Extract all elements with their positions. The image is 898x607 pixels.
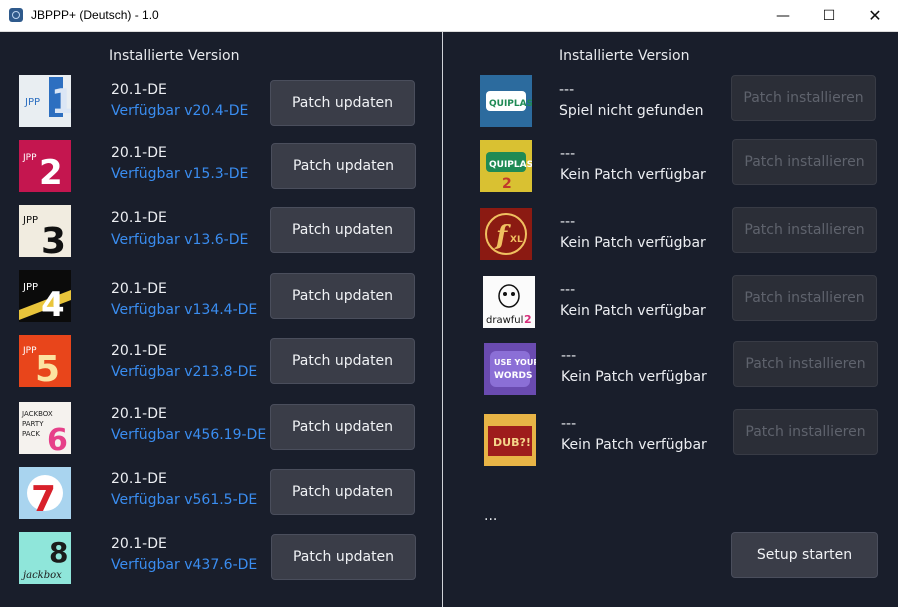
left-column-header: Installierte Version (109, 48, 240, 64)
svg-text:2: 2 (524, 313, 532, 326)
available-version-link[interactable]: Verfügbar v15.3-DE (111, 166, 248, 182)
jpp1-icon: JPP 1 (19, 75, 71, 127)
svg-text:1: 1 (51, 82, 71, 122)
svg-text:QUIPLASH: QUIPLASH (489, 160, 532, 170)
status-text: Kein Patch verfügbar (561, 369, 707, 385)
available-version-link[interactable]: Verfügbar v456.19-DE (111, 427, 266, 443)
jpp7-icon: 7 (19, 467, 71, 519)
installed-version: --- (560, 282, 576, 298)
status-text: Spiel nicht gefunden (559, 103, 704, 119)
dubg-icon: DUB?! (484, 414, 536, 466)
right-column-header: Installierte Version (559, 48, 690, 64)
status-text: Kein Patch verfügbar (561, 437, 707, 453)
status-text: Kein Patch verfügbar (560, 235, 706, 251)
svg-text:JPP: JPP (22, 282, 38, 293)
svg-text:USE YOUR: USE YOUR (494, 358, 536, 367)
svg-text:2: 2 (39, 153, 63, 192)
install-patch-button[interactable]: Patch installieren (731, 75, 876, 121)
install-patch-button[interactable]: Patch installieren (733, 409, 878, 455)
column-divider (442, 32, 443, 607)
update-patch-button[interactable]: Patch updaten (270, 207, 415, 253)
svg-text:JACKBOX: JACKBOX (21, 410, 53, 418)
installed-version: 20.1-DE (111, 536, 167, 552)
jpp3-icon: JPP 3 (19, 205, 71, 257)
app-icon (9, 8, 23, 22)
svg-text:drawful: drawful (486, 315, 523, 326)
install-patch-button[interactable]: Patch installieren (732, 207, 877, 253)
svg-text:QUIPLASH: QUIPLASH (489, 99, 532, 109)
svg-text:4: 4 (41, 285, 65, 322)
svg-text:JPP: JPP (22, 215, 38, 226)
installed-version: --- (560, 214, 576, 230)
installed-version: 20.1-DE (111, 406, 167, 422)
update-patch-button[interactable]: Patch updaten (271, 534, 416, 580)
jpp6-icon: JACKBOX PARTY PACK 6 (19, 402, 71, 454)
status-text: Kein Patch verfügbar (560, 167, 706, 183)
use-your-words-icon: USE YOUR WORDS (484, 343, 536, 395)
svg-text:jackbox: jackbox (21, 570, 62, 581)
svg-text:JPP: JPP (22, 153, 37, 163)
jpp2-icon: JPP 2 (19, 140, 71, 192)
svg-text:WORDS: WORDS (494, 371, 532, 381)
fibbage-xl-icon: f XL (480, 208, 532, 260)
maximize-button[interactable]: ☐ (806, 0, 852, 31)
installed-version: 20.1-DE (111, 210, 167, 226)
installed-version: 20.1-DE (111, 82, 167, 98)
update-patch-button[interactable]: Patch updaten (270, 338, 415, 384)
available-version-link[interactable]: Verfügbar v437.6-DE (111, 557, 257, 573)
update-patch-button[interactable]: Patch updaten (270, 469, 415, 515)
svg-text:8: 8 (49, 536, 68, 569)
update-patch-button[interactable]: Patch updaten (270, 80, 415, 126)
svg-text:JPP: JPP (24, 97, 40, 108)
svg-text:2: 2 (502, 176, 512, 192)
quiplash-icon: QUIPLASH (480, 75, 532, 127)
svg-text:XL: XL (510, 235, 523, 245)
status-text: Kein Patch verfügbar (560, 303, 706, 319)
installed-version: 20.1-DE (111, 145, 167, 161)
available-version-link[interactable]: Verfügbar v20.4-DE (111, 103, 248, 119)
available-version-link[interactable]: Verfügbar v213.8-DE (111, 364, 257, 380)
installed-version: 20.1-DE (111, 343, 167, 359)
more-games-ellipsis: ... (484, 508, 498, 524)
available-version-link[interactable]: Verfügbar v134.4-DE (111, 302, 257, 318)
svg-text:5: 5 (35, 349, 60, 387)
installed-version: --- (560, 146, 576, 162)
jpp5-icon: JPP 5 (19, 335, 71, 387)
svg-text:7: 7 (31, 479, 56, 519)
installed-version: 20.1-DE (111, 281, 167, 297)
svg-text:3: 3 (41, 221, 66, 257)
available-version-link[interactable]: Verfügbar v13.6-DE (111, 232, 248, 248)
install-patch-button[interactable]: Patch installieren (732, 275, 877, 321)
available-version-link[interactable]: Verfügbar v561.5-DE (111, 492, 257, 508)
update-patch-button[interactable]: Patch updaten (270, 273, 415, 319)
install-patch-button[interactable]: Patch installieren (733, 341, 878, 387)
jpp8-icon: 8 jackbox (19, 532, 71, 584)
installed-version: --- (561, 348, 577, 364)
close-button[interactable]: ✕ (852, 0, 898, 31)
installed-version: --- (561, 416, 577, 432)
svg-text:PARTY: PARTY (22, 420, 44, 428)
svg-text:DUB?!: DUB?! (493, 436, 531, 449)
window-title: JBPPP+ (Deutsch) - 1.0 (31, 8, 159, 22)
quiplash2-icon: QUIPLASH 2 (480, 140, 532, 192)
title-bar: JBPPP+ (Deutsch) - 1.0 — ☐ ✕ (0, 0, 898, 32)
drawful2-icon: drawful 2 (483, 276, 535, 328)
svg-text:6: 6 (47, 423, 68, 454)
installed-version: 20.1-DE (111, 471, 167, 487)
installed-version: --- (559, 82, 575, 98)
minimize-button[interactable]: — (760, 0, 806, 31)
update-patch-button[interactable]: Patch updaten (270, 404, 415, 450)
update-patch-button[interactable]: Patch updaten (271, 143, 416, 189)
jpp4-icon: JPP 4 (19, 270, 71, 322)
install-patch-button[interactable]: Patch installieren (732, 139, 877, 185)
svg-text:PACK: PACK (22, 430, 40, 438)
setup-start-button[interactable]: Setup starten (731, 532, 878, 578)
